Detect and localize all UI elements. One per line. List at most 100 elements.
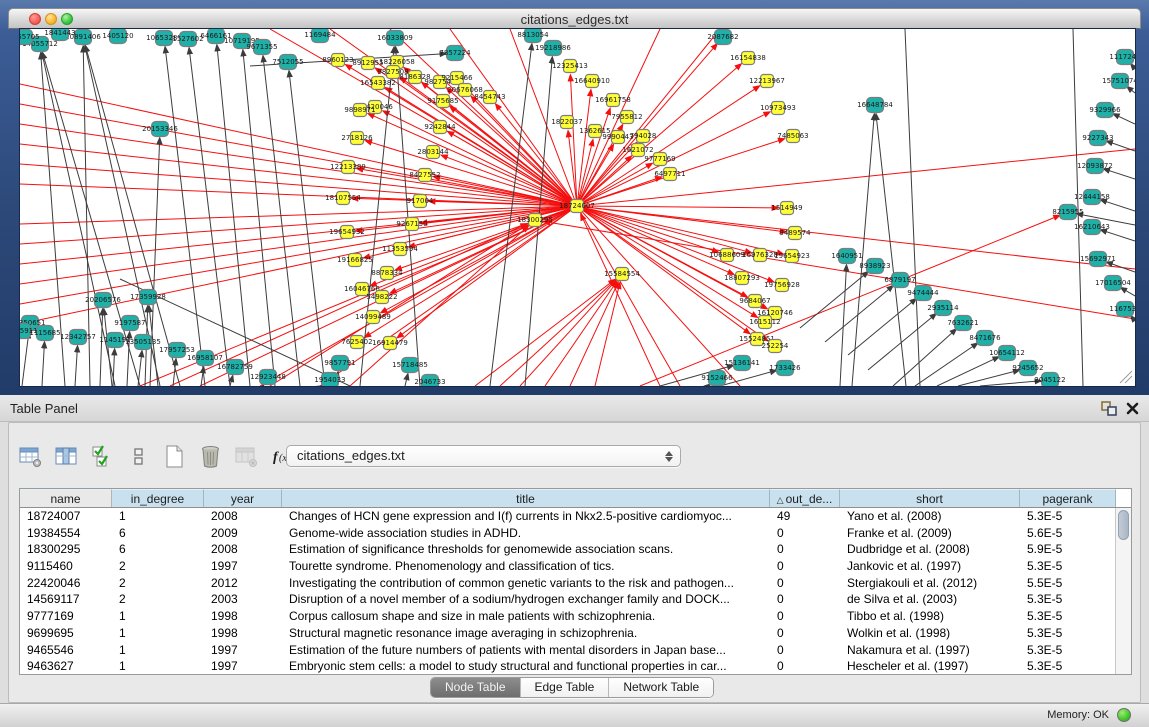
graph-edge[interactable] [165,47,205,386]
graph-edge[interactable] [980,381,1041,386]
graph-edge[interactable] [1113,114,1135,124]
table-scrollbar-thumb[interactable] [1118,510,1129,540]
table-row[interactable]: 1872400712008Changes of HCN gene express… [20,508,1131,525]
graph-edge[interactable] [500,280,615,386]
column-header-year[interactable]: year [204,489,282,507]
new-table-icon[interactable] [163,445,186,468]
table-panel: Table Panel [0,395,1149,727]
delete-table-icon[interactable] [199,445,222,468]
graph-edge[interactable] [447,88,577,206]
table-row[interactable]: 946554611997Estimation of the future num… [20,642,1131,659]
graph-edge[interactable] [475,280,615,387]
table-cell: Tibbo et al. (1998) [840,608,1020,625]
graph-edge[interactable] [1104,169,1135,179]
column-header-short[interactable]: short [840,489,1020,507]
table-row[interactable]: 1938455462009Genome-wide association stu… [20,525,1131,542]
graph-node-label: 2046733 [414,378,445,386]
graph-edge[interactable] [905,29,920,386]
graph-edge[interactable] [22,332,29,386]
graph-node-label: 15751074 [1102,77,1135,85]
table-row[interactable]: 946362711997Embryonic stem cells: a mode… [20,658,1131,675]
graph-edge[interactable] [1127,87,1135,93]
memory-status-icon[interactable] [1117,708,1131,722]
select-rows-icon[interactable] [91,445,114,468]
table-cell: 5.3E-5 [1020,642,1116,659]
column-header-title[interactable]: title [282,489,770,507]
resize-grip-icon[interactable] [1120,371,1132,383]
table-row[interactable]: 2242004622012Investigating the contribut… [20,575,1131,592]
graph-edge[interactable] [217,45,250,386]
graph-node-label: 16914479 [372,339,408,347]
graph-edge[interactable] [1101,200,1135,211]
graph-edge[interactable] [350,226,528,386]
graph-edge[interactable] [581,214,660,386]
graph-node-label: 1514949 [771,204,802,212]
graph-edge[interactable] [42,342,45,386]
column-header-in_degree[interactable]: in_degree [112,489,204,507]
graph-edge[interactable] [876,114,906,386]
table-row[interactable]: 969969511998Structural magnetic resonanc… [20,625,1131,642]
graph-edge[interactable] [263,56,300,386]
graph-edge[interactable] [640,215,1060,386]
graph-edge[interactable] [75,346,78,386]
graph-edge[interactable] [937,357,999,386]
table-selector-dropdown[interactable]: citations_edges.txt [286,445,681,467]
graph-edge[interactable] [230,376,233,386]
column-header-name[interactable]: name [20,489,112,507]
graph-edge[interactable] [915,343,978,386]
window-titlebar[interactable]: citations_edges.txt [8,8,1141,29]
table-cell: 49 [770,508,840,525]
graph-edge[interactable] [405,374,408,386]
graph-edge[interactable] [868,314,936,370]
graph-edge[interactable] [570,282,618,386]
merge-rows-icon[interactable] [127,445,150,468]
graph-edge[interactable] [85,46,180,386]
graph-edge[interactable] [577,206,778,208]
column-header-pagerank[interactable]: pagerank [1020,489,1116,507]
graph-node-label: 7632621 [947,319,978,327]
graph-edge[interactable] [577,29,720,206]
table-scrollbar[interactable] [1115,508,1131,674]
network-canvas[interactable]: 1872400718300295896012389129551822605898… [20,29,1135,386]
table-cell: 5.3E-5 [1020,608,1116,625]
graph-edge[interactable] [520,281,616,386]
tab-network-table[interactable]: Network Table [609,678,713,697]
close-panel-icon[interactable] [1125,401,1140,416]
graph-edge[interactable] [577,90,591,206]
graph-edge[interactable] [360,47,394,386]
graph-edge[interactable] [595,283,620,386]
graph-edge[interactable] [1101,230,1135,241]
table-cell: 18300295 [20,541,112,558]
graph-node-label: 1169484 [304,31,336,39]
graph-edge[interactable] [20,164,577,206]
graph-node-label: 6497711 [654,170,685,178]
table-row[interactable]: 977716911998Corpus callosum shape and si… [20,608,1131,625]
table-row[interactable]: 911546021997Tourette syndrome. Phenomeno… [20,558,1131,575]
graph-node-label: 6879197 [884,276,915,284]
graph-edge[interactable] [243,50,275,386]
graph-node-label: 18107554 [325,194,361,202]
graph-edge[interactable] [1121,288,1135,296]
float-panel-icon[interactable] [1101,401,1117,416]
column-header-out_de[interactable]: △out_de... [770,489,840,507]
table-row[interactable]: 1830029562008Estimation of significance … [20,541,1131,558]
graph-edge[interactable] [577,206,751,253]
graph-edge[interactable] [138,351,142,386]
graph-edge[interactable] [852,114,874,386]
graph-edge[interactable] [201,367,204,386]
graph-edge[interactable] [545,281,617,386]
tab-edge-table[interactable]: Edge Table [521,678,610,697]
graph-edge[interactable] [570,75,577,206]
graph-edge[interactable] [1107,262,1136,272]
insert-column-icon[interactable] [55,445,78,468]
tab-node-table[interactable]: Node Table [431,678,521,697]
graph-edge[interactable] [1131,64,1135,69]
graph-node-label: 19218986 [535,44,571,52]
graph-edge[interactable] [1107,141,1136,151]
graph-edge[interactable] [577,206,783,254]
table-cell: 0 [770,541,840,558]
table-settings-icon[interactable] [19,445,42,468]
graph-node-label: 9227343 [1082,134,1113,142]
table-cell: Nakamura et al. (1997) [840,642,1020,659]
table-row[interactable]: 1456911722003Disruption of a novel membe… [20,591,1131,608]
